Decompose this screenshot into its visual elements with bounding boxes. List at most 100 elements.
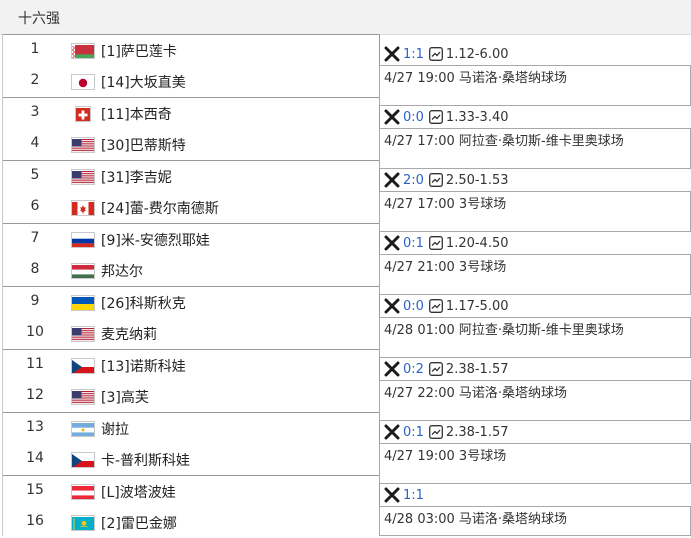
- match-score[interactable]: 0:1: [403, 425, 424, 440]
- match-score[interactable]: 0:1: [403, 236, 424, 251]
- player-row[interactable]: 5 [31]李吉妮: [3, 161, 379, 192]
- match-score[interactable]: 0:0: [403, 110, 424, 125]
- draw-position: 5: [30, 167, 40, 183]
- odds-trend-icon[interactable]: [428, 236, 443, 250]
- player-name: [30]巴蒂斯特: [101, 138, 186, 154]
- match-summary: 0:0 1.17-5.00: [384, 297, 509, 315]
- player-row[interactable]: 3 [11]本西奇: [3, 98, 379, 129]
- player-row[interactable]: 4 [30]巴蒂斯特: [3, 129, 379, 160]
- player-row[interactable]: 8 邦达尔: [3, 255, 379, 286]
- tennis-racket-icon: [384, 487, 400, 503]
- match-pair: 9 [26]科斯秋克 10 麦克纳莉: [3, 286, 379, 349]
- match-pair: 7 [9]米-安德烈耶娃 8 邦达尔: [3, 223, 379, 286]
- tennis-racket-icon: [384, 172, 400, 188]
- match-summary: 2:0 2.50-1.53: [384, 171, 509, 189]
- player-row[interactable]: 11 [13]诺斯科娃: [3, 350, 379, 381]
- draw-bracket: 1 [1]萨巴莲卡 2 [14]大坂直美 3 [11]本西奇 4 [30]巴蒂斯…: [2, 34, 380, 536]
- match-card[interactable]: 0:0 1.17-5.00 4/28 01:00 阿拉查·桑切斯-维卡里奥球场: [379, 286, 691, 358]
- page-header: 十六强: [0, 0, 691, 35]
- flag-ukraine-icon: [71, 295, 95, 311]
- player-row[interactable]: 7 [9]米-安德烈耶娃: [3, 224, 379, 255]
- draw-position: 8: [30, 261, 40, 277]
- player-row[interactable]: 13 谢拉: [3, 413, 379, 444]
- draw-position: 14: [26, 450, 44, 466]
- match-card[interactable]: 0:1 1.20-4.50 4/27 21:00 3号球场: [379, 223, 691, 295]
- match-card[interactable]: 0:2 2.38-1.57 4/27 22:00 马诺洛·桑塔纳球场: [379, 349, 691, 421]
- match-score[interactable]: 0:0: [403, 299, 424, 314]
- match-odds: 1.20-4.50: [445, 235, 509, 251]
- flag-czech-icon: [71, 358, 95, 374]
- player-name: [L]波塔波娃: [101, 485, 176, 501]
- draw-position: 11: [26, 356, 44, 372]
- page-title: 十六强: [18, 11, 60, 27]
- player-name: [2]雷巴金娜: [101, 516, 177, 532]
- match-summary: 0:0 1.33-3.40: [384, 108, 509, 126]
- match-pair: 1 [1]萨巴莲卡 2 [14]大坂直美: [3, 34, 379, 97]
- flag-czech-icon: [71, 452, 95, 468]
- flag-austria-icon: [71, 484, 95, 500]
- odds-trend-icon[interactable]: [428, 425, 443, 439]
- odds-trend-icon[interactable]: [428, 173, 443, 187]
- player-row[interactable]: 2 [14]大坂直美: [3, 66, 379, 97]
- match-summary: 1:1: [384, 486, 427, 504]
- odds-trend-icon[interactable]: [428, 110, 443, 124]
- match-info-column: 1:1 1.12-6.00 4/27 19:00 马诺洛·桑塔纳球场 0:0 1…: [379, 34, 691, 536]
- flag-usa-icon: [71, 169, 95, 185]
- tennis-racket-icon: [384, 46, 400, 62]
- player-name: 邦达尔: [101, 264, 143, 280]
- tennis-racket-icon: [384, 424, 400, 440]
- draw-position: 15: [26, 482, 44, 498]
- match-card[interactable]: 0:1 2.38-1.57 4/27 19:00 3号球场: [379, 412, 691, 484]
- draw-position: 10: [26, 324, 44, 340]
- player-row[interactable]: 1 [1]萨巴莲卡: [3, 35, 379, 66]
- player-name: [11]本西奇: [101, 107, 172, 123]
- player-row[interactable]: 9 [26]科斯秋克: [3, 287, 379, 318]
- match-score[interactable]: 1:1: [403, 488, 424, 503]
- match-summary: 0:2 2.38-1.57: [384, 360, 509, 378]
- match-pair: 11 [13]诺斯科娃 12 [3]高芙: [3, 349, 379, 412]
- flag-belarus-icon: [71, 43, 95, 59]
- match-summary: 1:1 1.12-6.00: [384, 45, 509, 63]
- match-card[interactable]: 1:1 1.12-6.00 4/27 19:00 马诺洛·桑塔纳球场: [379, 34, 691, 106]
- draw-position: 2: [30, 72, 40, 88]
- match-time-venue: 4/28 03:00 马诺洛·桑塔纳球场: [379, 506, 691, 536]
- player-name: [13]诺斯科娃: [101, 359, 186, 375]
- player-row[interactable]: 14 卡-普利斯科娃: [3, 444, 379, 475]
- odds-trend-icon[interactable]: [428, 362, 443, 376]
- match-score[interactable]: 0:2: [403, 362, 424, 377]
- match-score[interactable]: 2:0: [403, 173, 424, 188]
- tennis-racket-icon: [384, 361, 400, 377]
- player-row[interactable]: 10 麦克纳莉: [3, 318, 379, 349]
- flag-hungary-icon: [71, 263, 95, 279]
- flag-usa-icon: [71, 326, 95, 342]
- player-name: [31]李吉妮: [101, 170, 172, 186]
- draw-position: 12: [26, 387, 44, 403]
- match-odds: 2.38-1.57: [445, 361, 509, 377]
- match-card[interactable]: 2:0 2.50-1.53 4/27 17:00 3号球场: [379, 160, 691, 232]
- odds-trend-icon[interactable]: [428, 299, 443, 313]
- player-row[interactable]: 15 [L]波塔波娃: [3, 476, 379, 507]
- player-name: [26]科斯秋克: [101, 296, 186, 312]
- player-name: [3]高芙: [101, 390, 149, 406]
- draw-position: 3: [30, 104, 40, 120]
- player-row[interactable]: 12 [3]高芙: [3, 381, 379, 412]
- player-name: 麦克纳莉: [101, 327, 157, 343]
- flag-japan-icon: [71, 74, 95, 90]
- draw-position: 9: [30, 293, 40, 309]
- match-card[interactable]: 1:1 4/28 03:00 马诺洛·桑塔纳球场: [379, 475, 691, 536]
- match-pair: 3 [11]本西奇 4 [30]巴蒂斯特: [3, 97, 379, 160]
- match-odds: 1.17-5.00: [445, 298, 509, 314]
- draw-position: 13: [26, 419, 44, 435]
- player-row[interactable]: 6 [24]蕾-费尔南德斯: [3, 192, 379, 223]
- match-summary: 0:1 2.38-1.57: [384, 423, 509, 441]
- match-score[interactable]: 1:1: [403, 47, 424, 62]
- match-summary: 0:1 1.20-4.50: [384, 234, 509, 252]
- player-name: 卡-普利斯科娃: [101, 453, 191, 469]
- match-card[interactable]: 0:0 1.33-3.40 4/27 17:00 阿拉查·桑切斯-维卡里奥球场: [379, 97, 691, 169]
- player-row[interactable]: 16 [2]雷巴金娜: [3, 507, 379, 538]
- flag-russia-icon: [71, 232, 95, 248]
- flag-usa-icon: [71, 389, 95, 405]
- player-name: [14]大坂直美: [101, 75, 186, 91]
- odds-trend-icon[interactable]: [428, 47, 443, 61]
- draw-position: 1: [30, 41, 40, 57]
